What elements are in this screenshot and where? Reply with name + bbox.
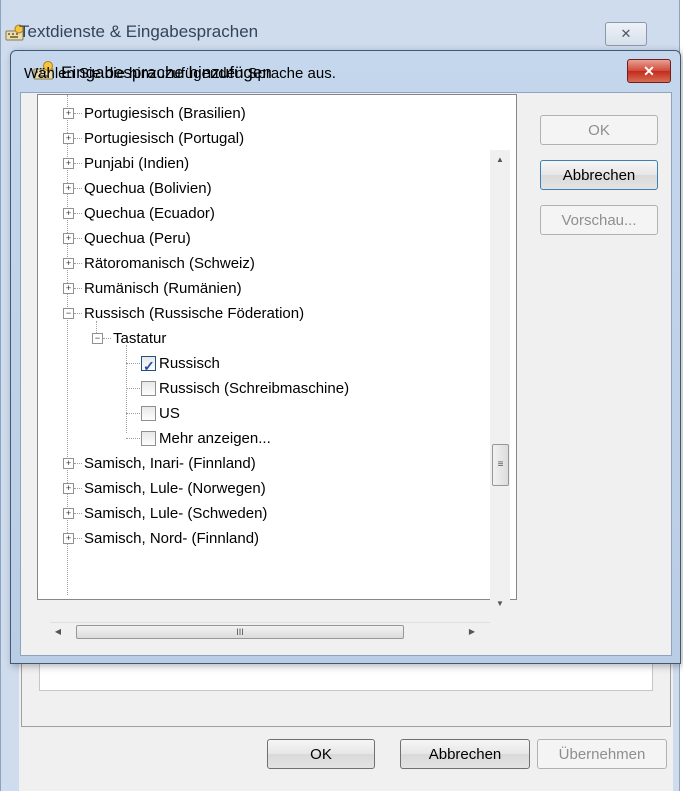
- vertical-scrollbar[interactable]: ▲ ≡ ▼: [490, 150, 510, 618]
- plus-expander-icon[interactable]: +: [63, 133, 74, 144]
- dialog-preview-button: Vorschau...: [540, 205, 658, 235]
- dialog-ok-button: OK: [540, 115, 658, 145]
- tree-item-label: Portugiesisch (Brasilien): [84, 105, 246, 122]
- keyboard-checkbox[interactable]: [141, 406, 156, 421]
- keyboard-label: Mehr anzeigen...: [159, 430, 271, 447]
- outer-window-client: OK Abbrechen Übernehmen: [19, 658, 673, 791]
- dialog-prompt: Wählen Sie die hinzuzufügenden Sprache a…: [24, 65, 336, 82]
- horizontal-scrollbar[interactable]: ◀ III ▶: [50, 622, 490, 641]
- tree-item-label: Samisch, Inari- (Finnland): [84, 455, 256, 472]
- plus-expander-icon[interactable]: +: [63, 233, 74, 244]
- plus-expander-icon[interactable]: +: [63, 258, 74, 269]
- outer-close-button[interactable]: ✕: [605, 22, 647, 46]
- tree-item-label: Punjabi (Indien): [84, 155, 190, 172]
- close-icon: ✕: [620, 26, 632, 41]
- checkmark-icon: ✓: [143, 358, 155, 374]
- plus-expander-icon[interactable]: +: [63, 483, 74, 494]
- scroll-down-icon[interactable]: ▼: [490, 594, 510, 614]
- minus-expander-icon[interactable]: −: [63, 308, 74, 319]
- tree-item-label: Portugiesisch (Portugal): [84, 130, 245, 147]
- plus-expander-icon[interactable]: +: [63, 283, 74, 294]
- keyboard-label: Russisch: [159, 355, 220, 372]
- tree-item-label: Russisch (Russische Föderation): [84, 305, 305, 322]
- tree-item-label: Samisch, Lule- (Norwegen): [84, 480, 266, 497]
- tree-item-label: Samisch, Nord- (Finnland): [84, 530, 260, 547]
- plus-expander-icon[interactable]: +: [63, 508, 74, 519]
- tree-item-label: Rätoromanisch (Schweiz): [84, 255, 255, 272]
- tree-item-label: Rumänisch (Rumänien): [84, 280, 242, 297]
- keyboard-label: Russisch (Schreibmaschine): [159, 380, 350, 397]
- tree-item-label: Quechua (Bolivien): [84, 180, 212, 197]
- scroll-up-icon[interactable]: ▲: [490, 150, 510, 170]
- tree-item-label: Quechua (Peru): [84, 230, 191, 247]
- keyboard-checkbox[interactable]: [141, 431, 156, 446]
- horizontal-scroll-thumb[interactable]: III: [76, 625, 404, 639]
- tree-item-label: Quechua (Ecuador): [84, 205, 215, 222]
- tree-connector: [67, 95, 68, 595]
- plus-expander-icon[interactable]: +: [63, 533, 74, 544]
- outer-window-title: Textdienste & Eingabesprachen: [19, 22, 259, 41]
- dialog-close-button[interactable]: ✕: [627, 59, 671, 83]
- keyboard-checkbox[interactable]: [141, 381, 156, 396]
- close-icon: ✕: [643, 63, 655, 79]
- minus-expander-icon[interactable]: −: [92, 333, 103, 344]
- outer-list-box: [39, 660, 653, 691]
- scroll-right-icon[interactable]: ▶: [464, 623, 480, 641]
- language-tree[interactable]: + Portugiesisch (Brasilien) + Portugiesi…: [37, 94, 517, 600]
- plus-expander-icon[interactable]: +: [63, 108, 74, 119]
- tree-item-label: Samisch, Lule- (Schweden): [84, 505, 268, 522]
- outer-cancel-button[interactable]: Abbrechen: [400, 739, 530, 769]
- keyboard-checkbox[interactable]: ✓: [141, 356, 156, 374]
- scroll-left-icon[interactable]: ◀: [50, 623, 66, 641]
- outer-apply-button: Übernehmen: [537, 739, 667, 769]
- grip-icon: ≡: [497, 459, 504, 470]
- vertical-scroll-thumb[interactable]: ≡: [492, 444, 509, 486]
- grip-icon: III: [236, 627, 244, 637]
- plus-expander-icon[interactable]: +: [63, 458, 74, 469]
- plus-expander-icon[interactable]: +: [63, 183, 74, 194]
- tree-subnode-label: Tastatur: [113, 330, 167, 347]
- plus-expander-icon[interactable]: +: [63, 208, 74, 219]
- plus-expander-icon[interactable]: +: [63, 158, 74, 169]
- keyboard-label: US: [159, 405, 180, 422]
- outer-ok-button[interactable]: OK: [267, 739, 375, 769]
- dialog-cancel-button[interactable]: Abbrechen: [540, 160, 658, 190]
